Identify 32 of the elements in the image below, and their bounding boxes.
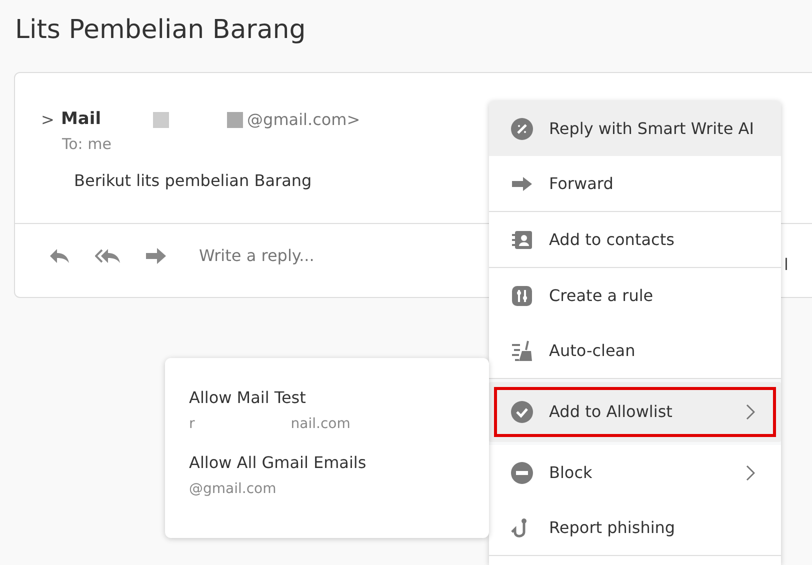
reply-icon[interactable] (49, 246, 71, 264)
menu-item[interactable]: Reply with Smart Write AI (489, 101, 781, 156)
sliders-icon (511, 284, 533, 306)
magic-wand-icon (511, 118, 533, 140)
sender-name: Mail (61, 108, 102, 131)
menu-item[interactable]: Report phishing (489, 500, 781, 555)
reply-field[interactable]: Write a reply... (199, 244, 399, 268)
checkmark-icon (511, 401, 533, 423)
menu-item[interactable]: Add to Allowlist (489, 382, 781, 442)
broom-icon (511, 340, 533, 362)
page-title: Lits Pembelian Barang (14, 14, 307, 47)
sender-address: @gmail.com> (247, 108, 360, 131)
redaction-mark (227, 112, 244, 128)
forward-icon[interactable] (145, 246, 167, 264)
redaction-mark (153, 112, 170, 128)
menu-item[interactable]: Block (489, 445, 781, 500)
partial-text: l (784, 254, 788, 276)
expand-glyph[interactable]: > (41, 108, 57, 132)
submenu-option[interactable]: Allow Mail Test (189, 386, 489, 410)
message-body: Berikut lits pembelian Barang (74, 170, 312, 192)
email-address: nail.com (290, 415, 350, 434)
menu-item[interactable]: Auto-clean (489, 323, 781, 378)
email-address: @gmail.com (189, 480, 276, 499)
menu-item[interactable]: Create a rule (489, 268, 781, 323)
block-icon (511, 462, 533, 484)
recipient-text: To: me (62, 134, 112, 154)
email-address: r (189, 415, 195, 434)
menu-item[interactable]: Add to contacts (489, 212, 781, 267)
reply-all-icon[interactable] (95, 246, 121, 264)
submenu-option[interactable]: Allow All Gmail Emails (189, 451, 489, 475)
menu-item[interactable]: Forward (489, 156, 781, 211)
contact-book-icon (511, 228, 533, 250)
